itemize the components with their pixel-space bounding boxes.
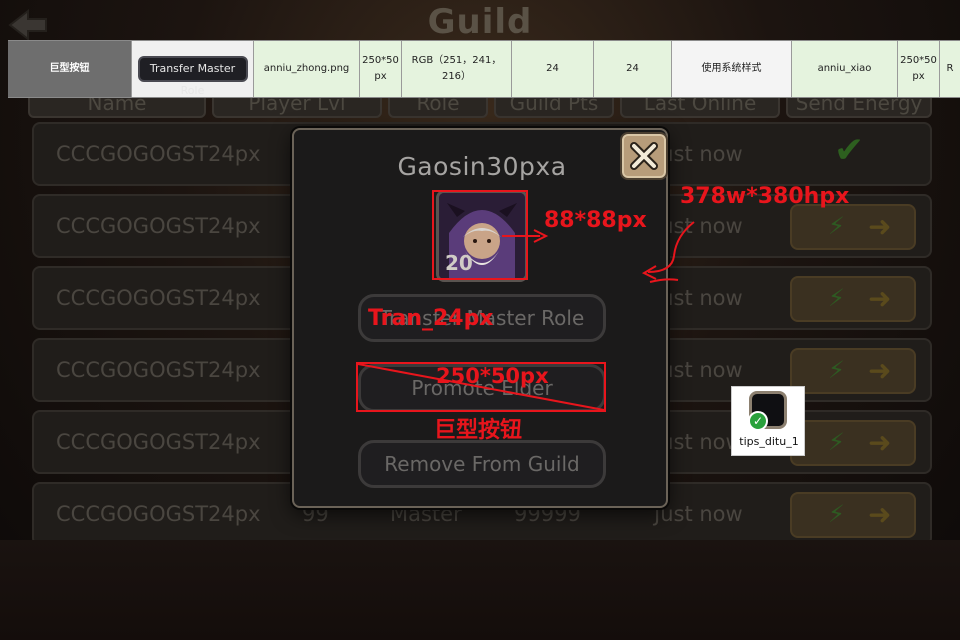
send-energy-button[interactable]: ⚡ ➜ [790, 276, 916, 322]
member-name: CCCGOGOGST24px [56, 430, 261, 454]
font-size-annotation: Tran_24px [368, 306, 494, 331]
spec-cell-font-size-2: 24 [594, 41, 672, 97]
spec-cell-size-2: 250*50 px [898, 41, 940, 97]
spec-cell-color-2: R [946, 63, 954, 74]
close-button[interactable] [620, 132, 668, 180]
spec-cell-color: RGB（251，241，216） [402, 41, 512, 97]
energy-bolt-icon: ⚡ [828, 356, 845, 384]
arrow-right-icon: ➜ [868, 498, 892, 531]
send-energy-button[interactable]: ⚡ ➜ [790, 420, 916, 466]
check-icon: ✔ [834, 130, 865, 171]
send-energy-button[interactable]: ⚡ ➜ [790, 204, 916, 250]
button-size-annotation: 250*50px [436, 364, 549, 388]
tips-label: tips_ditu_1 [739, 435, 799, 448]
spec-preview-button: Transfer Master Role [137, 56, 248, 97]
spec-cell-style: 使用系统样式 [672, 41, 792, 97]
spec-cell-font-size: 24 [512, 41, 594, 97]
tips-asset-card: ✓ tips_ditu_1 [731, 386, 805, 456]
send-energy-button[interactable]: ⚡ ➜ [790, 492, 916, 538]
arrow-right-icon: ➜ [868, 210, 892, 243]
spec-cell-preview: Transfer Master Role [132, 41, 254, 97]
checkmark-icon: ✓ [748, 411, 768, 431]
button-type-annotation: 巨型按钮 [434, 418, 523, 443]
avatar-size-annotation: 88*88px [544, 208, 647, 233]
close-x-icon [630, 142, 658, 170]
member-name: CCCGOGOGST24px [56, 142, 261, 166]
member-name: CCCGOGOGST24px [56, 214, 261, 238]
arrow-right-icon: ➜ [868, 354, 892, 387]
modal-size-annotation: 378w*380hpx [680, 184, 850, 209]
annotation-curve-arrow-icon [641, 221, 695, 283]
arrow-right-icon: ➜ [868, 426, 892, 459]
spec-cell-file: anniu_zhong.png [254, 41, 360, 97]
game-screen: Guild Name Player Lvl Role Guild Pts Las… [0, 0, 960, 640]
member-name: CCCGOGOGST24px [56, 502, 261, 526]
bottom-band [0, 540, 960, 640]
member-last-online: Just now [654, 502, 743, 526]
remove-from-guild-button[interactable]: Remove From Guild [358, 440, 606, 488]
spec-cell-file-2: anniu_xiao [792, 41, 898, 97]
energy-bolt-icon: ⚡ [828, 500, 845, 528]
member-name: CCCGOGOGST24px [56, 286, 261, 310]
energy-bolt-icon: ⚡ [828, 212, 845, 240]
dialog-title: Gaosin30pxa [397, 152, 567, 181]
spec-cell-size: 250*50 px [360, 41, 402, 97]
screen-title: Guild [427, 2, 533, 42]
member-name: CCCGOGOGST24px [56, 358, 261, 382]
spec-cell-type: 巨型按钮 [8, 41, 132, 97]
arrow-right-icon: ➜ [868, 282, 892, 315]
spec-table-row: 巨型按钮 Transfer Master Role anniu_zhong.pn… [8, 40, 960, 98]
energy-bolt-icon: ⚡ [828, 284, 845, 312]
energy-bolt-icon: ⚡ [828, 428, 845, 456]
send-energy-button[interactable]: ⚡ ➜ [790, 348, 916, 394]
